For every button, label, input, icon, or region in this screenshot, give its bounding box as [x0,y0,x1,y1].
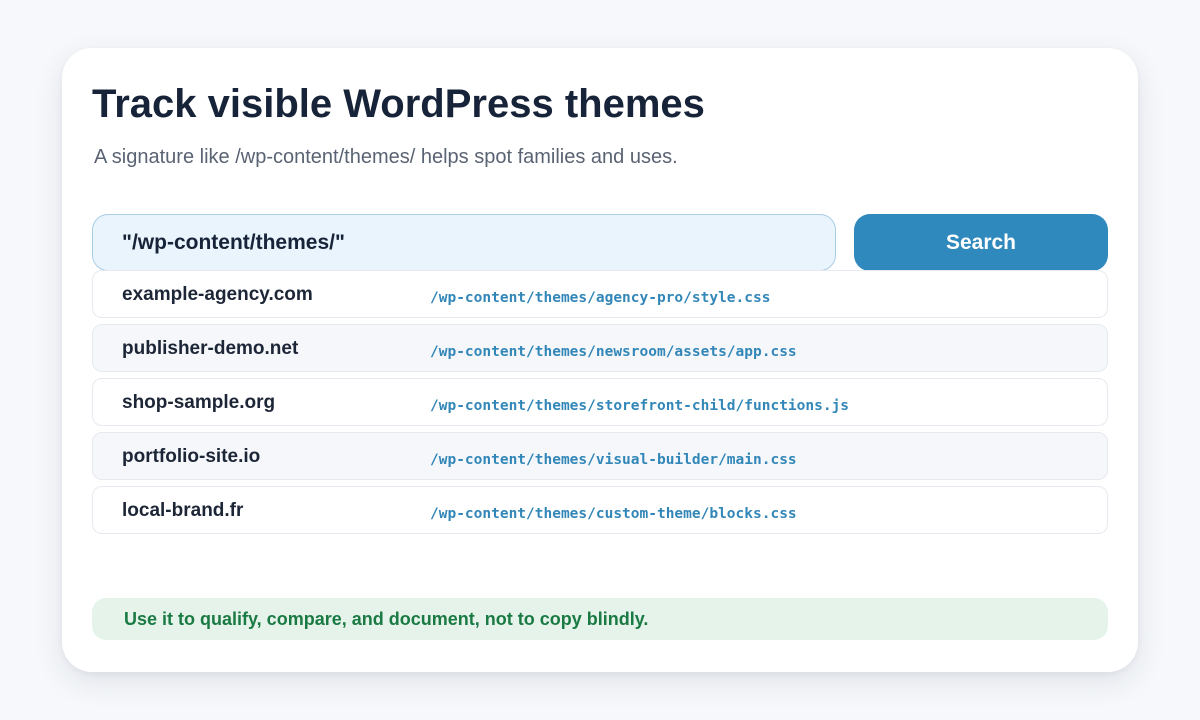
result-path: /wp-content/themes/visual-builder/main.c… [430,452,797,468]
search-button[interactable]: Search [854,214,1108,271]
result-domain: shop-sample.org [122,392,276,413]
list-item[interactable]: example-agency.com /wp-content/themes/ag… [92,270,1108,318]
main-card: Track visible WordPress themes A signatu… [62,48,1138,672]
result-domain: example-agency.com [122,284,313,305]
list-item[interactable]: shop-sample.org /wp-content/themes/store… [92,378,1108,426]
search-input[interactable]: "/wp-content/themes/" [92,214,836,271]
result-path: /wp-content/themes/storefront-child/func… [430,398,850,414]
result-path: /wp-content/themes/custom-theme/blocks.c… [430,506,797,522]
result-path: /wp-content/themes/newsroom/assets/app.c… [430,344,797,360]
tip-banner: Use it to qualify, compare, and document… [92,598,1108,640]
page-subtitle: A signature like /wp-content/themes/ hel… [94,146,678,168]
list-item[interactable]: portfolio-site.io /wp-content/themes/vis… [92,432,1108,480]
page-title: Track visible WordPress themes [92,82,705,126]
list-item[interactable]: publisher-demo.net /wp-content/themes/ne… [92,324,1108,372]
result-domain: local-brand.fr [122,500,244,521]
result-path: /wp-content/themes/agency-pro/style.css [430,290,771,306]
result-domain: publisher-demo.net [122,338,299,359]
list-item[interactable]: local-brand.fr /wp-content/themes/custom… [92,486,1108,534]
result-domain: portfolio-site.io [122,446,261,467]
